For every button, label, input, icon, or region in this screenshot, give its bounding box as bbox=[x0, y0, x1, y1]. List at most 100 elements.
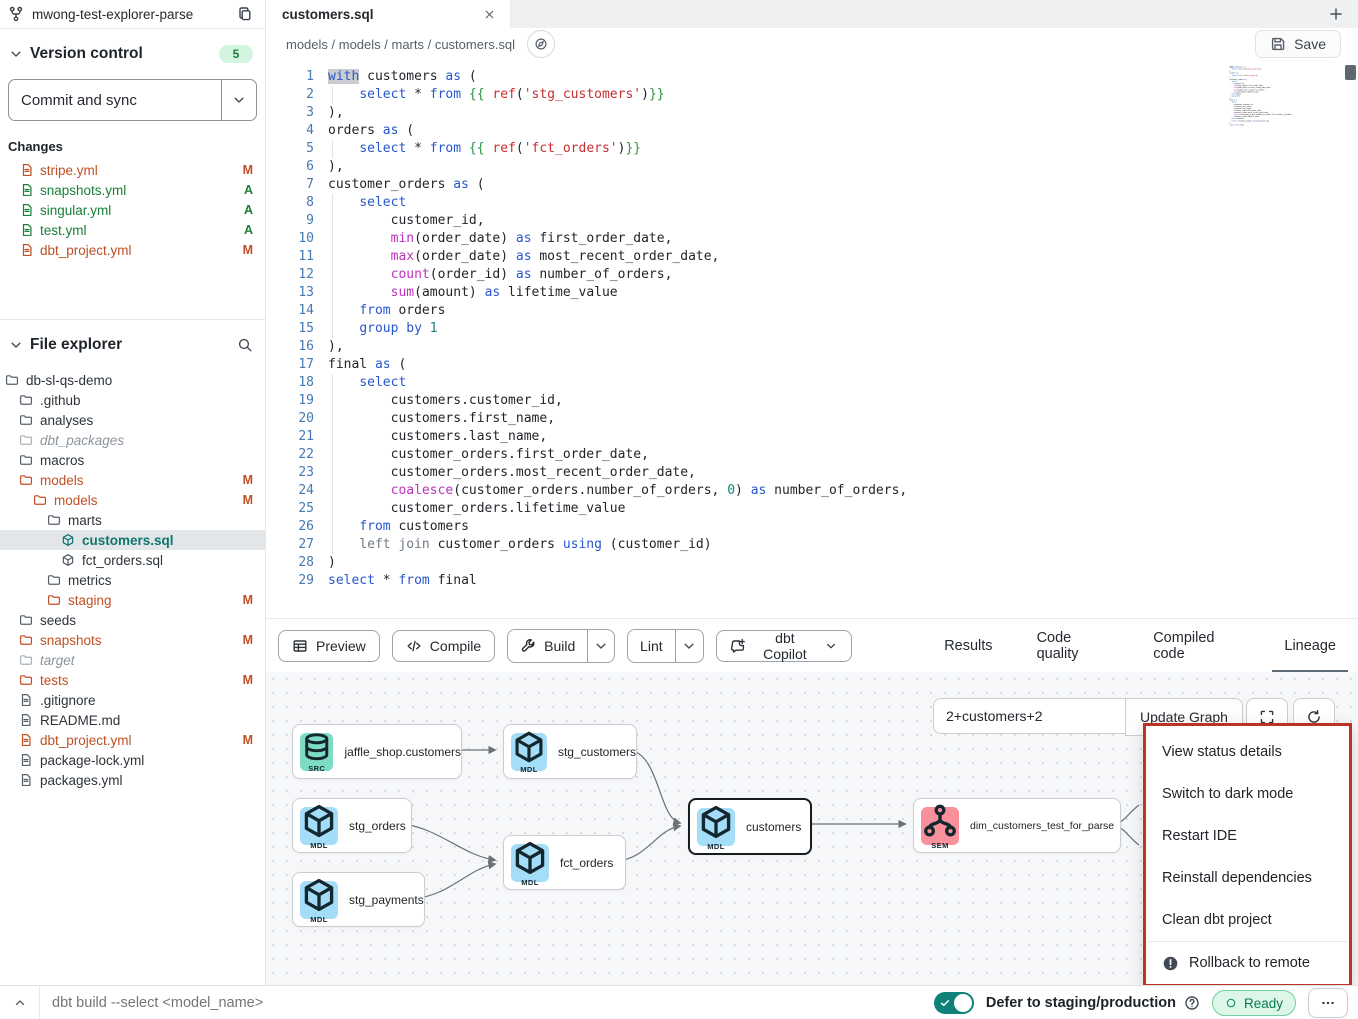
lineage-node-stg_payments[interactable]: MDLstg_payments bbox=[292, 872, 425, 927]
close-tab-icon[interactable] bbox=[483, 8, 496, 21]
build-options-button[interactable] bbox=[587, 630, 614, 662]
change-status: A bbox=[244, 183, 253, 197]
chevron-down-icon[interactable] bbox=[8, 337, 24, 353]
node-type-label: MDL bbox=[521, 878, 538, 887]
change-file-name: stripe.yml bbox=[40, 163, 237, 178]
code-editor[interactable]: 1234567891011121314151617181920212223242… bbox=[266, 60, 1358, 618]
tree-item--gitignore[interactable]: .gitignore bbox=[0, 690, 265, 710]
lineage-node-jaffle_shop_customers[interactable]: SRCjaffle_shop.customers bbox=[292, 724, 462, 779]
tree-item-marts[interactable]: marts bbox=[0, 510, 265, 530]
new-tab-button[interactable] bbox=[1328, 6, 1344, 22]
code-content[interactable]: with customers as ( select * from {{ ref… bbox=[314, 68, 1358, 590]
help-icon[interactable] bbox=[1184, 995, 1200, 1011]
menu-item-rollback-to-remote[interactable]: Rollback to remote bbox=[1146, 942, 1349, 984]
tree-item-models[interactable]: modelsM bbox=[0, 470, 265, 490]
code-line-19: customers.customer_id, bbox=[328, 392, 1358, 410]
version-control-header[interactable]: Version control 5 bbox=[0, 29, 265, 71]
tree-item-customers-sql[interactable]: customers.sql bbox=[0, 530, 265, 550]
sidebar: mwong-test-explorer-parse Version contro… bbox=[0, 0, 266, 985]
change-item-dbt_project.yml[interactable]: dbt_project.ymlM bbox=[0, 240, 265, 260]
tree-item-label: packages.yml bbox=[40, 773, 253, 788]
tree-item-dbt-project-yml[interactable]: dbt_project.ymlM bbox=[0, 730, 265, 750]
table-icon bbox=[292, 638, 308, 654]
build-button[interactable]: Build bbox=[508, 630, 587, 662]
tree-item-snapshots[interactable]: snapshotsM bbox=[0, 630, 265, 650]
more-options-button[interactable] bbox=[1308, 988, 1348, 1018]
lineage-node-stg_customers[interactable]: MDLstg_customers bbox=[503, 724, 637, 779]
preview-button[interactable]: Preview bbox=[278, 630, 380, 662]
tree-item-label: models bbox=[54, 493, 236, 508]
copy-icon[interactable] bbox=[237, 6, 253, 22]
file-icon bbox=[19, 713, 33, 727]
editor-scrollbar[interactable] bbox=[1345, 65, 1356, 80]
tab-title: customers.sql bbox=[282, 7, 473, 22]
graph-selector-input[interactable] bbox=[933, 698, 1125, 734]
tree-item-readme-md[interactable]: README.md bbox=[0, 710, 265, 730]
tree-item-packages-yml[interactable]: packages.yml bbox=[0, 770, 265, 790]
lineage-panel[interactable]: SRCjaffle_shop.customers MDLstg_customers… bbox=[266, 672, 1358, 985]
tab-lineage[interactable]: Lineage bbox=[1262, 619, 1358, 672]
tree-item-seeds[interactable]: seeds bbox=[0, 610, 265, 630]
branch-selector[interactable]: mwong-test-explorer-parse bbox=[0, 0, 265, 29]
tree-item-models[interactable]: modelsM bbox=[0, 490, 265, 510]
compile-button[interactable]: Compile bbox=[392, 630, 495, 662]
explore-lineage-button[interactable] bbox=[527, 30, 555, 58]
lint-button[interactable]: Lint bbox=[628, 630, 675, 662]
dbt-copilot-button[interactable]: dbt Copilot bbox=[716, 630, 853, 662]
tree-item-metrics[interactable]: metrics bbox=[0, 570, 265, 590]
tree-item-package-lock-yml[interactable]: package-lock.yml bbox=[0, 750, 265, 770]
tree-item-fct-orders-sql[interactable]: fct_orders.sql bbox=[0, 550, 265, 570]
change-item-stripe.yml[interactable]: stripe.ymlM bbox=[0, 160, 265, 180]
menu-item-clean-dbt-project[interactable]: Clean dbt project bbox=[1146, 899, 1349, 941]
code-line-7: customer_orders as ( bbox=[328, 176, 1358, 194]
node-type-chip: MDL bbox=[300, 881, 338, 919]
tree-item-target[interactable]: target bbox=[0, 650, 265, 670]
tab-code-quality[interactable]: Code quality bbox=[1015, 619, 1132, 672]
git-branch-icon bbox=[8, 6, 24, 22]
code-line-9: customer_id, bbox=[328, 212, 1358, 230]
file-tree: db-sl-qs-demo.githubanalysesdbt_packages… bbox=[0, 370, 265, 790]
tree-item--github[interactable]: .github bbox=[0, 390, 265, 410]
tab-customers-sql[interactable]: customers.sql bbox=[266, 0, 511, 29]
command-input[interactable] bbox=[40, 995, 934, 1011]
menu-item-view-status-details[interactable]: View status details bbox=[1146, 731, 1349, 773]
file-explorer-header[interactable]: File explorer bbox=[0, 320, 265, 362]
change-item-snapshots.yml[interactable]: snapshots.ymlA bbox=[0, 180, 265, 200]
tree-item-analyses[interactable]: analyses bbox=[0, 410, 265, 430]
chevron-down-icon[interactable] bbox=[8, 46, 24, 62]
tree-item-label: dbt_project.yml bbox=[40, 733, 236, 748]
code-line-18: select bbox=[328, 374, 1358, 392]
tree-item-tests[interactable]: testsM bbox=[0, 670, 265, 690]
save-button[interactable]: Save bbox=[1255, 30, 1341, 58]
tree-item-db-sl-qs-demo[interactable]: db-sl-qs-demo bbox=[0, 370, 265, 390]
tab-compiled-code[interactable]: Compiled code bbox=[1131, 619, 1262, 672]
tree-item-macros[interactable]: macros bbox=[0, 450, 265, 470]
node-type-chip: MDL bbox=[511, 733, 547, 771]
file-icon bbox=[20, 223, 34, 237]
tree-item-dbt-packages[interactable]: dbt_packages bbox=[0, 430, 265, 450]
tree-item-label: tests bbox=[40, 673, 236, 688]
defer-toggle[interactable] bbox=[934, 992, 974, 1014]
code-line-10: min(order_date) as first_order_date, bbox=[328, 230, 1358, 248]
search-icon[interactable] bbox=[237, 337, 253, 353]
expand-command-bar-button[interactable] bbox=[0, 986, 40, 1019]
lineage-node-stg_orders[interactable]: MDLstg_orders bbox=[292, 798, 412, 853]
tree-item-staging[interactable]: stagingM bbox=[0, 590, 265, 610]
node-label: stg_orders bbox=[349, 819, 406, 833]
change-item-singular.yml[interactable]: singular.ymlA bbox=[0, 200, 265, 220]
lineage-node-dim_customers_test_for_parse[interactable]: SEMdim_customers_test_for_parse bbox=[913, 798, 1121, 853]
copilot-label: dbt Copilot bbox=[754, 630, 817, 662]
compass-icon bbox=[534, 37, 548, 51]
folder-icon bbox=[19, 633, 33, 647]
commit-and-sync-button[interactable]: Commit and sync bbox=[9, 80, 221, 120]
menu-item-restart-ide[interactable]: Restart IDE bbox=[1146, 815, 1349, 857]
lint-options-button[interactable] bbox=[675, 630, 703, 662]
lineage-node-fct_orders[interactable]: MDLfct_orders bbox=[503, 835, 626, 890]
commit-options-button[interactable] bbox=[221, 80, 256, 120]
menu-item-reinstall-dependencies[interactable]: Reinstall dependencies bbox=[1146, 857, 1349, 899]
menu-item-switch-to-dark-mode[interactable]: Switch to dark mode bbox=[1146, 773, 1349, 815]
change-item-test.yml[interactable]: test.ymlA bbox=[0, 220, 265, 240]
lineage-node-customers[interactable]: MDLcustomers bbox=[688, 798, 812, 855]
tab-results[interactable]: Results bbox=[922, 619, 1014, 672]
line-numbers: 1234567891011121314151617181920212223242… bbox=[266, 68, 314, 590]
